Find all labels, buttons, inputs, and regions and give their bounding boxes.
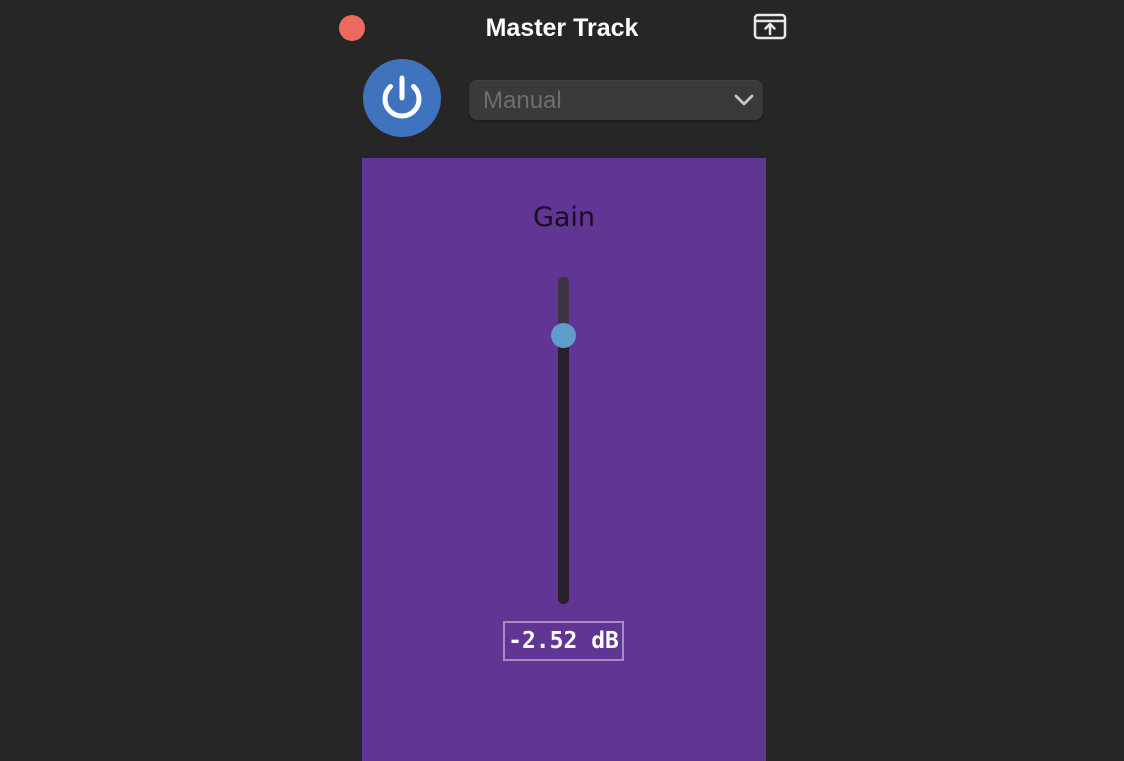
plugin-window: Master Track Manual Gain -2.52 dB	[0, 0, 1124, 761]
plugin-panel: Gain -2.52 dB	[362, 158, 766, 761]
gain-slider-thumb[interactable]	[551, 323, 576, 349]
window-title: Master Track	[485, 14, 639, 42]
close-button[interactable]	[339, 15, 365, 41]
popout-icon[interactable]	[753, 13, 787, 41]
gain-value-field[interactable]: -2.52 dB	[503, 621, 624, 661]
title-bar: Master Track	[0, 12, 1124, 44]
gain-label: Gain	[532, 202, 596, 233]
power-button[interactable]	[363, 59, 441, 137]
chevron-down-icon	[734, 94, 754, 106]
power-icon	[382, 75, 422, 119]
preset-selected-value: Manual	[483, 87, 562, 114]
gain-slider[interactable]	[551, 277, 576, 604]
preset-dropdown[interactable]: Manual	[469, 80, 763, 120]
